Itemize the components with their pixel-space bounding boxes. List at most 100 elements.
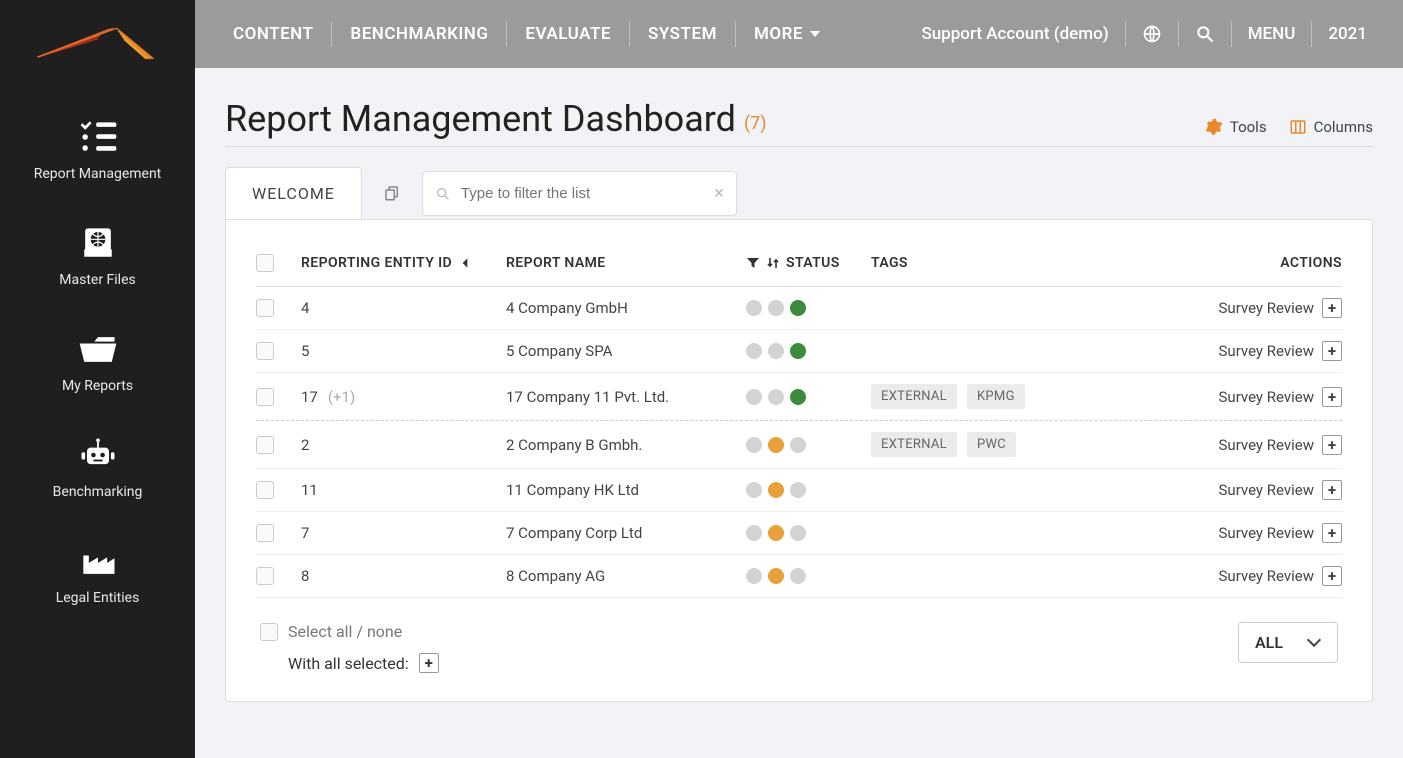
status-dot [768,525,784,541]
tools-button[interactable]: Tools [1205,118,1267,136]
factory-icon [76,542,120,580]
cell-report-name: 17 Company 11 Pvt. Ltd. [506,388,746,406]
report-table-card: REPORTING ENTITY ID REPORT NAME STATUS T… [225,219,1373,702]
tag[interactable]: EXTERNAL [871,384,957,409]
cell-report-name: 4 Company GmbH [506,299,746,317]
survey-review-link[interactable]: Survey Review [1219,342,1314,360]
columns-button[interactable]: Columns [1289,118,1373,136]
app-logo [33,20,163,70]
cell-actions: Survey Review + [1172,387,1342,407]
table-row: 1111 Company HK LtdSurvey Review+ [256,469,1342,512]
row-more-button[interactable]: + [1322,341,1342,361]
sidebar-item-master-files[interactable]: Master Files [0,206,195,312]
survey-review-link[interactable]: Survey Review [1219,436,1314,454]
row-more-button[interactable]: + [1322,435,1342,455]
survey-review-link[interactable]: Survey Review [1219,299,1314,317]
status-dot [768,437,784,453]
search-icon[interactable] [1178,21,1231,47]
cell-status [746,389,871,405]
search-icon [435,186,451,202]
sidebar-item-label: My Reports [62,378,133,394]
row-more-button[interactable]: + [1322,566,1342,586]
cell-entity-id: 8 [301,567,506,585]
table-row: 17 (+1)17 Company 11 Pvt. Ltd. EXTERNAL KP… [256,373,1342,421]
column-status[interactable]: STATUS [746,255,871,271]
row-checkbox[interactable] [256,299,274,317]
account-name[interactable]: Support Account (demo) [905,21,1124,47]
robot-icon [76,436,120,474]
caret-down-icon [810,31,820,37]
page-count: (7) [744,113,767,134]
page-title: Report Management Dashboard [225,98,736,140]
row-more-button[interactable]: + [1322,480,1342,500]
column-tags[interactable]: TAGS [871,255,1172,271]
cell-actions: Survey Review + [1172,298,1342,318]
globe-icon[interactable] [1125,21,1178,47]
tag[interactable]: PWC [967,432,1016,457]
topnav-year[interactable]: 2021 [1311,21,1383,47]
status-dot [768,482,784,498]
row-checkbox[interactable] [256,524,274,542]
cell-tags: EXTERNAL KPMG [871,384,1172,409]
survey-review-link[interactable]: Survey Review [1219,524,1314,542]
topnav-content[interactable]: CONTENT [215,21,331,47]
cell-actions: Survey Review + [1172,566,1342,586]
sidebar-item-benchmarking[interactable]: Benchmarking [0,418,195,524]
select-all-none[interactable]: Select all / none [260,622,439,641]
sidebar-item-label: Benchmarking [53,484,143,500]
status-dot [746,389,762,405]
survey-review-link[interactable]: Survey Review [1219,388,1314,406]
row-checkbox[interactable] [256,436,274,454]
status-dot [790,568,806,584]
row-more-button[interactable]: + [1322,523,1342,543]
select-all-none-checkbox[interactable] [260,623,278,641]
topnav-system[interactable]: SYSTEM [629,21,735,47]
top-bar: CONTENT BENCHMARKING EVALUATE SYSTEM MOR… [195,0,1403,68]
column-reporting-entity-id[interactable]: REPORTING ENTITY ID [301,255,506,271]
cell-report-name: 2 Company B Gmbh. [506,436,746,454]
row-more-button[interactable]: + [1322,387,1342,407]
row-checkbox[interactable] [256,388,274,406]
row-more-button[interactable]: + [1322,298,1342,318]
tag[interactable]: KPMG [967,384,1025,409]
chevron-down-icon [1307,633,1321,647]
cell-status [746,482,871,498]
table-row: 22 Company B Gmbh.EXTERNALPWCSurvey Revi… [256,421,1342,469]
status-dot [768,343,784,359]
tab-welcome[interactable]: WELCOME [225,167,362,219]
filter-icon [746,256,760,270]
main-content: Report Management Dashboard (7) Tools Co… [195,68,1403,758]
sidebar-item-report-management[interactable]: Report Management [0,100,195,206]
sidebar-item-my-reports[interactable]: My Reports [0,312,195,418]
filter-input[interactable] [461,185,714,202]
status-dot [746,568,762,584]
row-checkbox[interactable] [256,481,274,499]
copy-tab-button[interactable] [362,167,422,219]
column-report-name[interactable]: REPORT NAME [506,255,746,271]
cell-status [746,437,871,453]
status-dot [790,389,806,405]
cell-report-name: 7 Company Corp Ltd [506,524,746,542]
topnav-more[interactable]: MORE [735,21,838,47]
cell-entity-id: 7 [301,524,506,542]
status-dot [790,343,806,359]
clear-filter-button[interactable]: × [714,183,724,204]
filter-select[interactable]: ALL [1238,622,1338,663]
status-dot [746,437,762,453]
cell-status [746,343,871,359]
sidebar-item-legal-entities[interactable]: Legal Entities [0,524,195,630]
survey-review-link[interactable]: Survey Review [1219,481,1314,499]
status-dot [746,525,762,541]
bulk-action-button[interactable]: + [419,653,439,673]
row-checkbox[interactable] [256,567,274,585]
topnav-benchmarking[interactable]: BENCHMARKING [331,21,506,47]
survey-review-link[interactable]: Survey Review [1219,567,1314,585]
cell-entity-id: 17 (+1) [301,388,506,406]
row-checkbox[interactable] [256,342,274,360]
cell-report-name: 8 Company AG [506,567,746,585]
topnav-evaluate[interactable]: EVALUATE [506,21,629,47]
select-all-checkbox[interactable] [256,254,274,272]
tag[interactable]: EXTERNAL [871,432,957,457]
cell-report-name: 11 Company HK Ltd [506,481,746,499]
topnav-menu[interactable]: MENU [1231,21,1312,47]
